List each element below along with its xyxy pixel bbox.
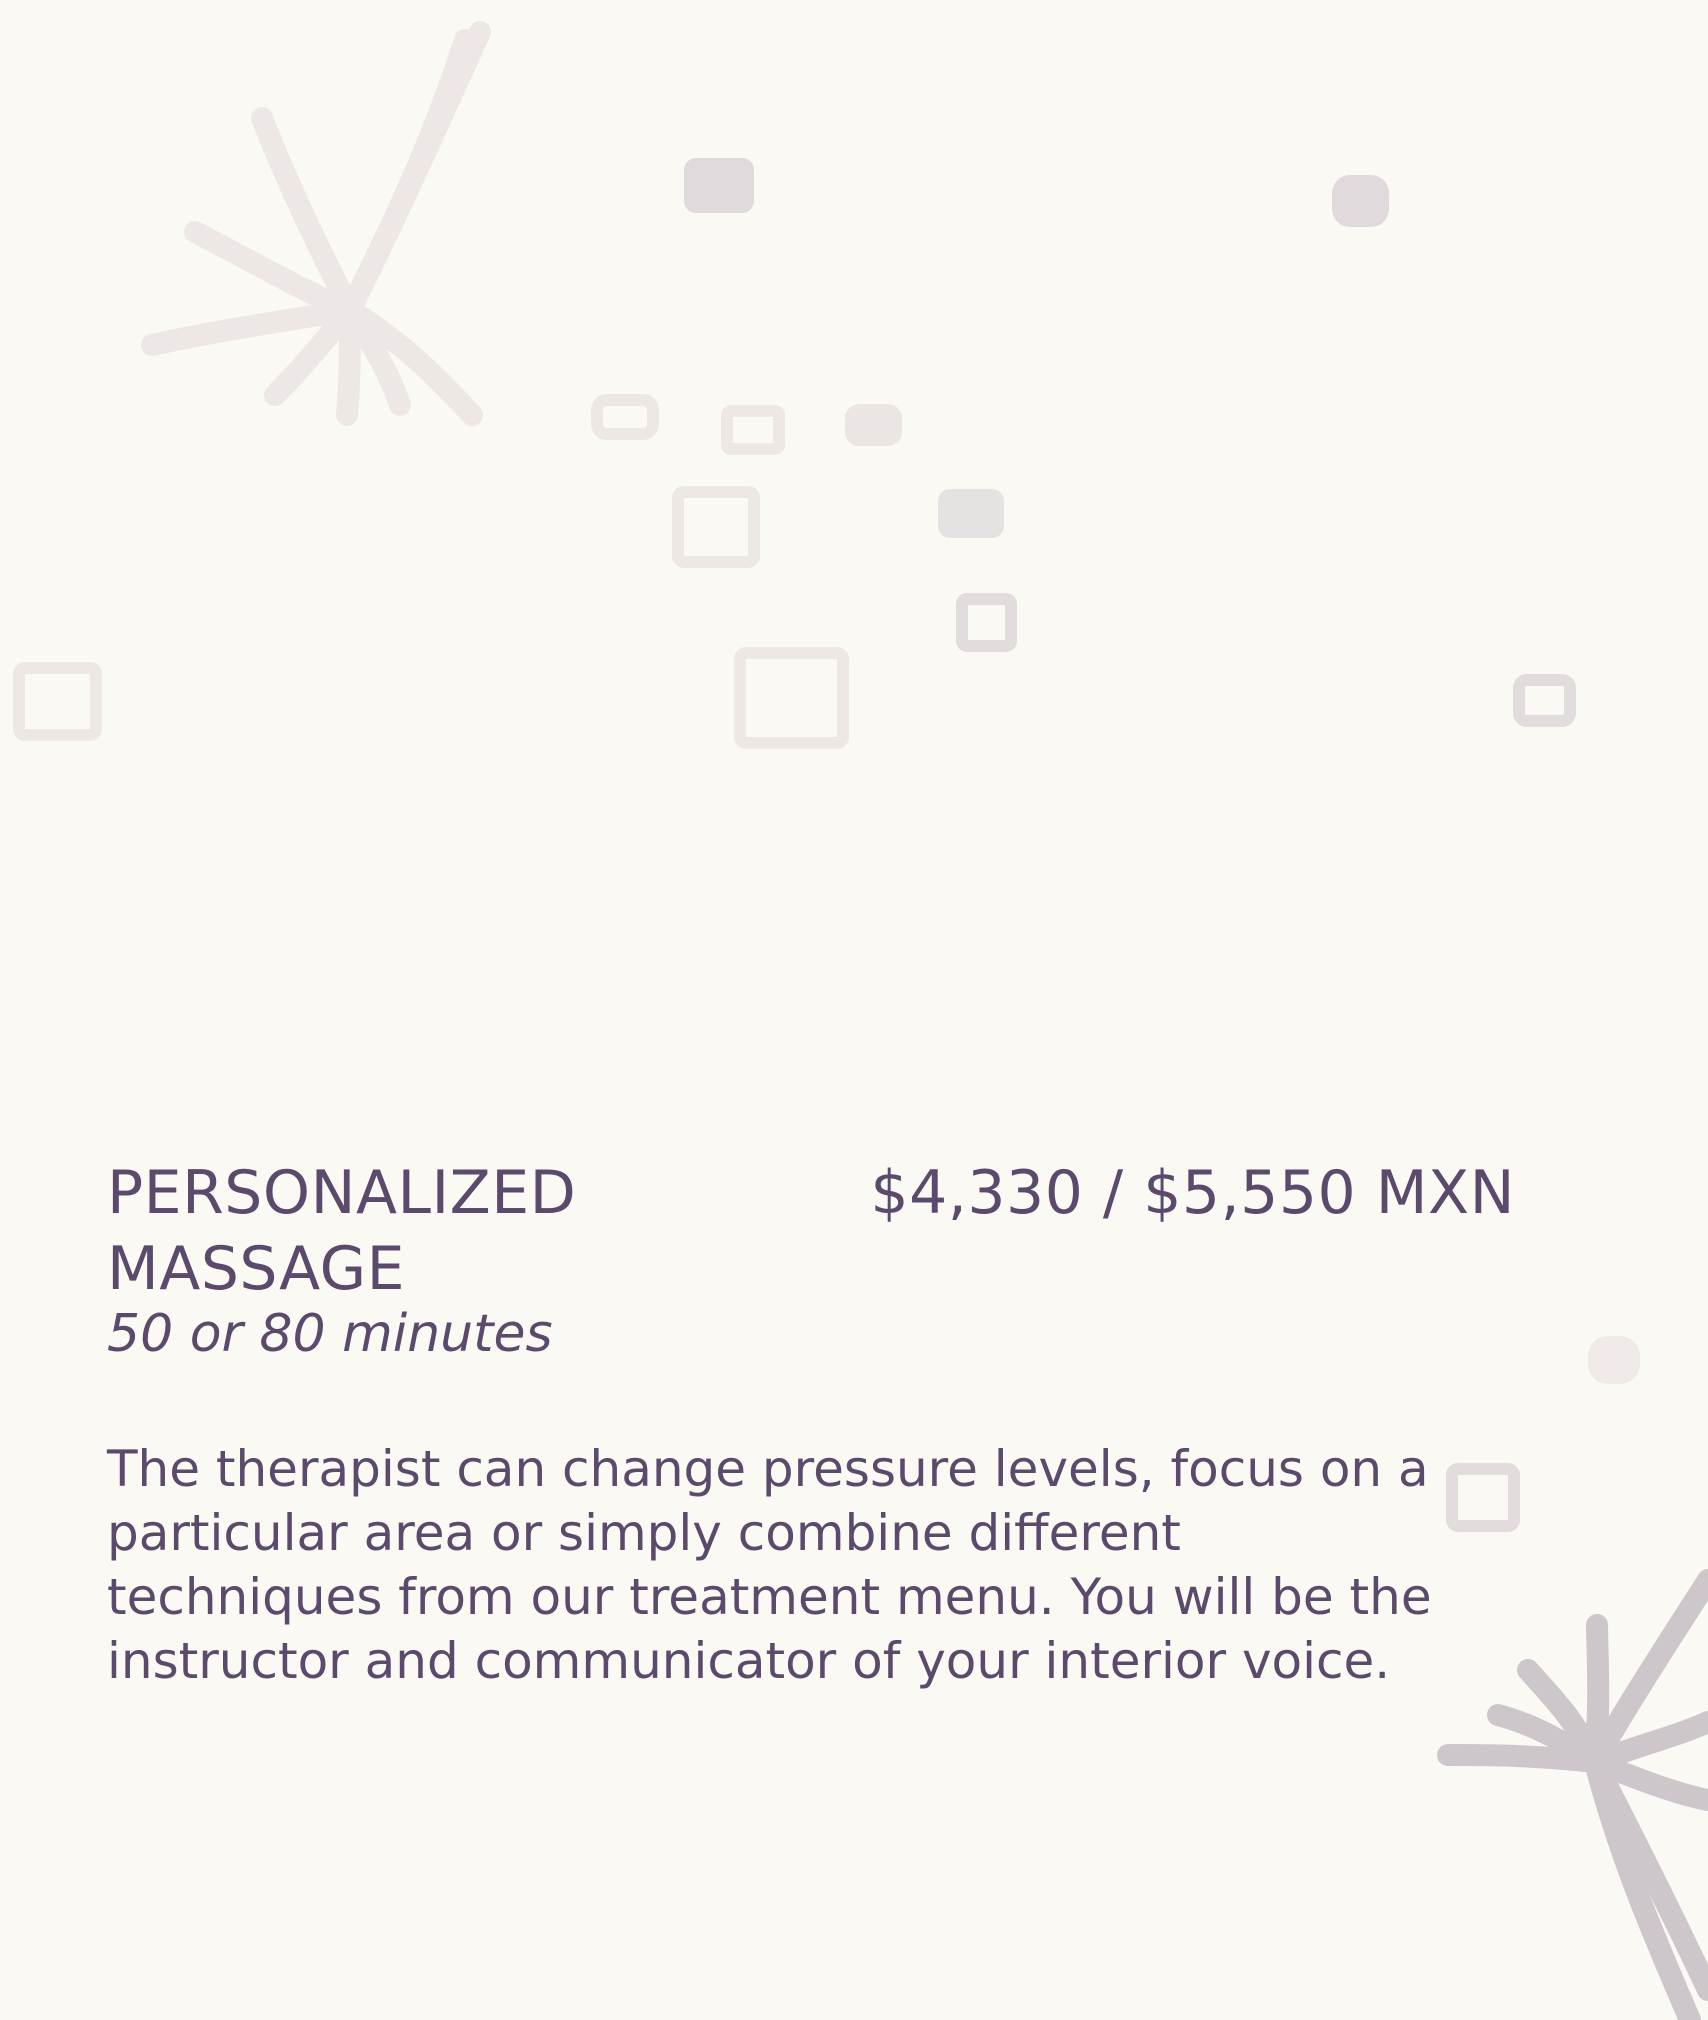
- service-price: $4,330 / $5,550 MXN: [870, 1158, 1515, 1228]
- square-shape: [13, 394, 849, 749]
- service-duration: 50 or 80 minutes: [107, 1304, 553, 1364]
- square-shape: [956, 593, 1576, 1532]
- service-title: PERSONALIZED MASSAGE: [107, 1158, 577, 1304]
- service-description: The therapist can change pressure levels…: [107, 1440, 1432, 1690]
- background-decoration: [13, 21, 1708, 2020]
- sparkle-icon: [141, 21, 491, 426]
- sparkle-icon: [1437, 1569, 1708, 2020]
